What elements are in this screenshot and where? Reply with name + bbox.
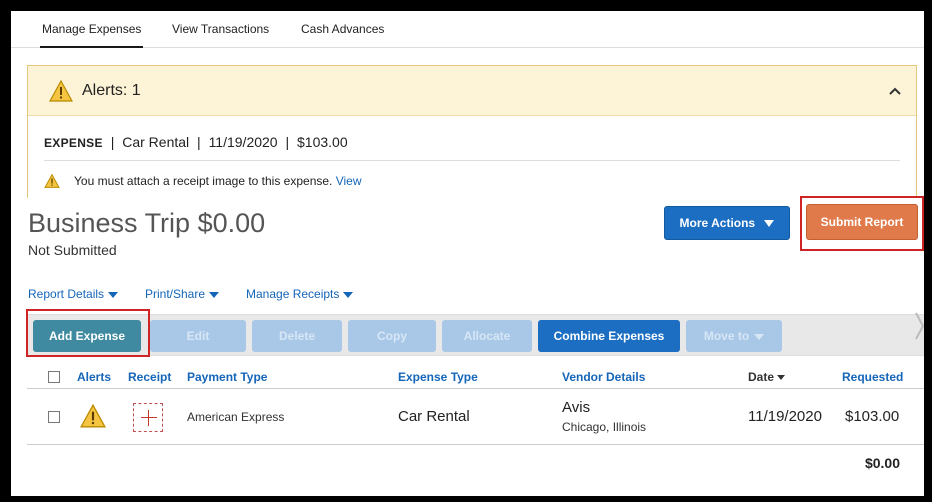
divider <box>44 160 900 161</box>
alerts-header[interactable]: Alerts: 1 <box>28 66 916 116</box>
app-frame: Manage Expenses View Transactions Cash A… <box>11 11 924 496</box>
chevron-up-icon[interactable] <box>888 86 902 96</box>
manage-receipts-menu[interactable]: Manage Receipts <box>246 287 354 301</box>
add-receipt-icon[interactable] <box>133 403 163 432</box>
requested-amount: $103.00 <box>845 408 900 425</box>
alert-expense-date: 11/19/2020 <box>208 134 278 150</box>
print-share-label: Print/Share <box>145 287 206 301</box>
total-amount: $0.00 <box>864 455 900 471</box>
table-header: Alerts Receipt Payment Type Expense Type… <box>27 365 924 389</box>
column-alerts[interactable]: Alerts <box>77 370 111 384</box>
caret-down-icon <box>764 220 775 228</box>
submit-report-button[interactable]: Submit Report <box>806 204 918 240</box>
more-actions-label: More Actions <box>679 216 756 230</box>
print-share-menu[interactable]: Print/Share <box>145 287 220 301</box>
report-title: Business Trip $0.00 <box>28 208 266 238</box>
separator: | <box>285 134 290 150</box>
allocate-button[interactable]: Allocate <box>442 320 532 352</box>
separator: | <box>110 134 115 150</box>
receipt-required-message: You must attach a receipt image to this … <box>74 174 362 188</box>
vendor-name: Avis <box>562 399 591 416</box>
expense-type: Car Rental <box>398 408 470 425</box>
tab-view-transactions[interactable]: View Transactions <box>172 22 269 36</box>
manage-receipts-label: Manage Receipts <box>246 287 340 301</box>
warning-icon <box>49 80 73 102</box>
row-checkbox[interactable] <box>48 411 60 423</box>
column-expense-type[interactable]: Expense Type <box>398 370 478 384</box>
view-link[interactable]: View <box>336 174 362 188</box>
separator: | <box>197 134 201 150</box>
alert-expense-type: Car Rental <box>122 134 190 150</box>
vendor-location: Chicago, Illinois <box>562 420 647 434</box>
report-details-menu[interactable]: Report Details <box>28 287 119 301</box>
move-to-label: Move to <box>703 329 750 343</box>
top-nav: Manage Expenses View Transactions Cash A… <box>11 11 924 48</box>
highlight-box <box>26 309 150 357</box>
warning-icon <box>80 404 106 428</box>
column-date[interactable]: Date <box>748 370 786 384</box>
expense-toolbar: Add Expense Edit Delete Copy Allocate Co… <box>27 314 924 356</box>
caret-down-icon <box>108 291 119 298</box>
chevron-right-icon[interactable] <box>914 311 924 341</box>
payment-type: American Express <box>187 410 285 424</box>
column-vendor-details[interactable]: Vendor Details <box>562 370 645 384</box>
edit-button[interactable]: Edit <box>150 320 246 352</box>
copy-button[interactable]: Copy <box>348 320 436 352</box>
column-requested[interactable]: Requested <box>842 370 903 384</box>
alerts-panel: Alerts: 1 EXPENSE | Car Rental | 11/19/2… <box>27 65 917 198</box>
alert-body: EXPENSE | Car Rental | 11/19/2020 | $103… <box>28 116 916 198</box>
warning-icon <box>44 174 60 188</box>
alerts-title: Alerts: 1 <box>82 82 141 99</box>
more-actions-button[interactable]: More Actions <box>664 206 790 240</box>
date-header-label: Date <box>748 370 775 384</box>
tab-cash-advances[interactable]: Cash Advances <box>301 22 384 36</box>
move-to-button[interactable]: Move to <box>686 320 782 352</box>
alert-expense-line: EXPENSE | Car Rental | 11/19/2020 | $103… <box>44 134 348 150</box>
sort-down-icon <box>777 375 786 381</box>
combine-expenses-button[interactable]: Combine Expenses <box>538 320 680 352</box>
column-receipt[interactable]: Receipt <box>128 370 171 384</box>
report-status: Not Submitted <box>28 242 117 258</box>
expense-kind: EXPENSE <box>44 136 103 150</box>
receipt-message-text: You must attach a receipt image to this … <box>74 174 333 188</box>
column-payment-type[interactable]: Payment Type <box>187 370 267 384</box>
caret-down-icon <box>754 333 765 340</box>
tab-manage-expenses[interactable]: Manage Expenses <box>39 22 144 48</box>
caret-down-icon <box>209 291 220 298</box>
alert-expense-amount: $103.00 <box>297 134 348 150</box>
table-row[interactable]: American Express Car Rental Avis Chicago… <box>27 389 924 445</box>
expense-date: 11/19/2020 <box>748 408 822 425</box>
delete-button[interactable]: Delete <box>252 320 342 352</box>
caret-down-icon <box>343 291 354 298</box>
select-all-checkbox[interactable] <box>48 371 60 383</box>
report-details-label: Report Details <box>28 287 105 301</box>
